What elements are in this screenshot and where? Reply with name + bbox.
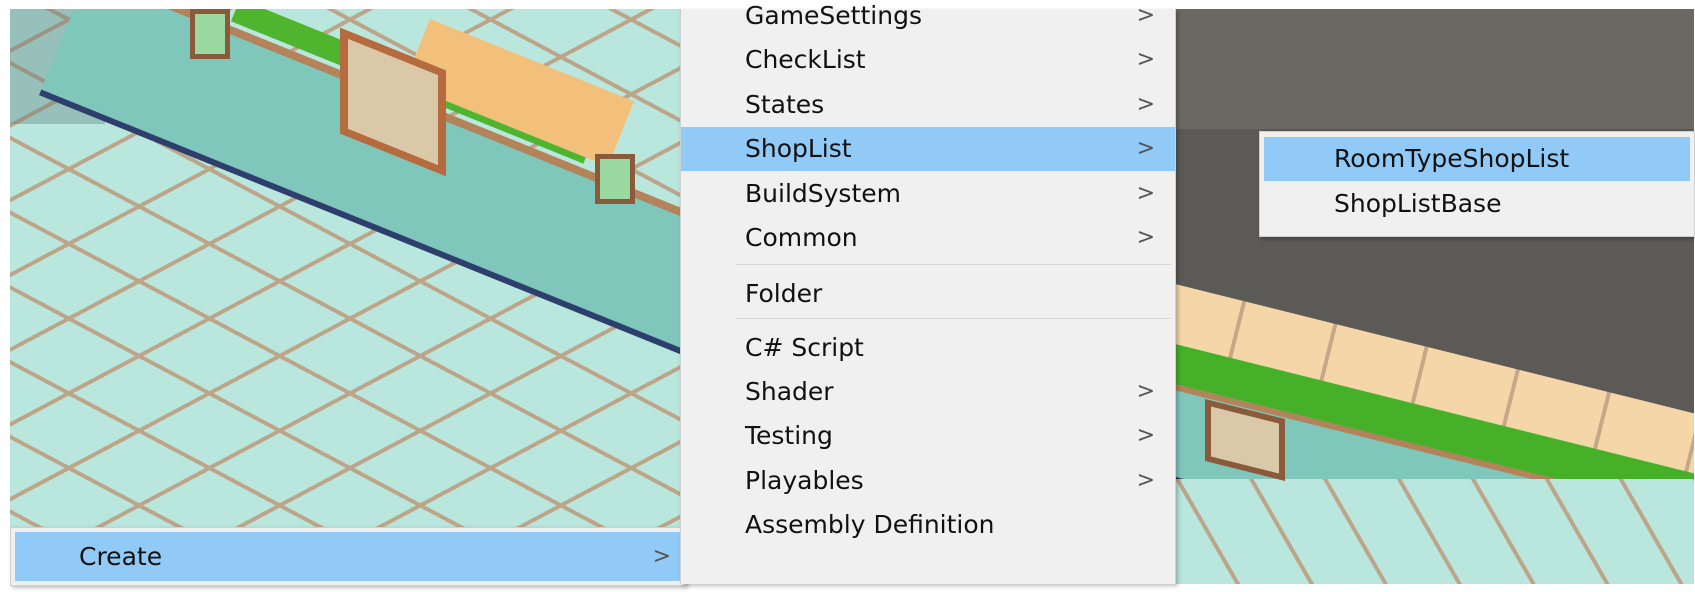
- chevron-right-icon: >: [1136, 3, 1155, 28]
- menu-item-label: BuildSystem: [745, 179, 901, 208]
- menu-item-create[interactable]: Create >: [15, 532, 685, 581]
- chevron-right-icon: >: [1136, 47, 1155, 72]
- menu-item-roomtypeshoplist[interactable]: RoomTypeShopList: [1264, 137, 1690, 181]
- menu-item-label: States: [745, 90, 825, 119]
- menu-separator: [736, 264, 1171, 265]
- menu-separator: [736, 318, 1171, 319]
- create-submenu: GameSettings > CheckList > States > ShopList > B…: [680, 1, 1176, 584]
- menu-item-gamesettings[interactable]: GameSettings >: [681, 0, 1175, 38]
- chevron-right-icon: >: [1136, 181, 1155, 206]
- chevron-right-icon: >: [1136, 225, 1155, 250]
- menu-item-shader[interactable]: Shader >: [681, 370, 1175, 414]
- menu-item-label: C# Script: [745, 333, 864, 362]
- shoplist-submenu: RoomTypeShopList ShopListBase: [1259, 131, 1695, 237]
- menu-item-label: Create: [79, 542, 163, 571]
- chevron-right-icon: >: [1136, 468, 1155, 493]
- menu-item-label: GameSettings: [745, 1, 922, 30]
- chevron-right-icon: >: [1136, 379, 1155, 404]
- menu-item-assembly-definition[interactable]: Assembly Definition: [681, 503, 1175, 547]
- menu-item-checklist[interactable]: CheckList >: [681, 38, 1175, 82]
- scene-window: [595, 154, 635, 204]
- menu-item-shoplistbase[interactable]: ShopListBase: [1264, 182, 1690, 226]
- menu-item-shoplist[interactable]: ShopList >: [681, 127, 1175, 171]
- menu-item-label: ShopList: [745, 134, 852, 163]
- scene-right: [1131, 9, 1694, 584]
- menu-item-label: Assembly Definition: [745, 510, 995, 539]
- menu-item-label: Shader: [745, 377, 834, 406]
- menu-item-folder[interactable]: Folder: [681, 272, 1175, 316]
- menu-item-c-script[interactable]: C# Script: [681, 326, 1175, 370]
- scene-window: [190, 9, 230, 59]
- chevron-right-icon: >: [1136, 136, 1155, 161]
- scene-floor-right: [1175, 479, 1694, 584]
- menu-item-common[interactable]: Common >: [681, 216, 1175, 260]
- menu-item-label: CheckList: [745, 45, 866, 74]
- menu-item-label: Folder: [745, 279, 823, 308]
- chevron-right-icon: >: [1136, 423, 1155, 448]
- menu-item-label: Playables: [745, 466, 864, 495]
- menu-item-label: Common: [745, 223, 858, 252]
- menu-item-states[interactable]: States >: [681, 83, 1175, 127]
- menu-item-buildsystem[interactable]: BuildSystem >: [681, 172, 1175, 216]
- context-menu: Create >: [10, 527, 686, 586]
- menu-item-label: ShopListBase: [1334, 189, 1502, 218]
- menu-item-playables[interactable]: Playables >: [681, 459, 1175, 503]
- scene-roof: [1175, 9, 1694, 129]
- menu-item-label: Testing: [745, 421, 833, 450]
- chevron-right-icon: >: [1136, 92, 1155, 117]
- menu-item-label: RoomTypeShopList: [1334, 144, 1570, 173]
- chevron-right-icon: >: [652, 544, 671, 569]
- menu-item-testing[interactable]: Testing >: [681, 414, 1175, 458]
